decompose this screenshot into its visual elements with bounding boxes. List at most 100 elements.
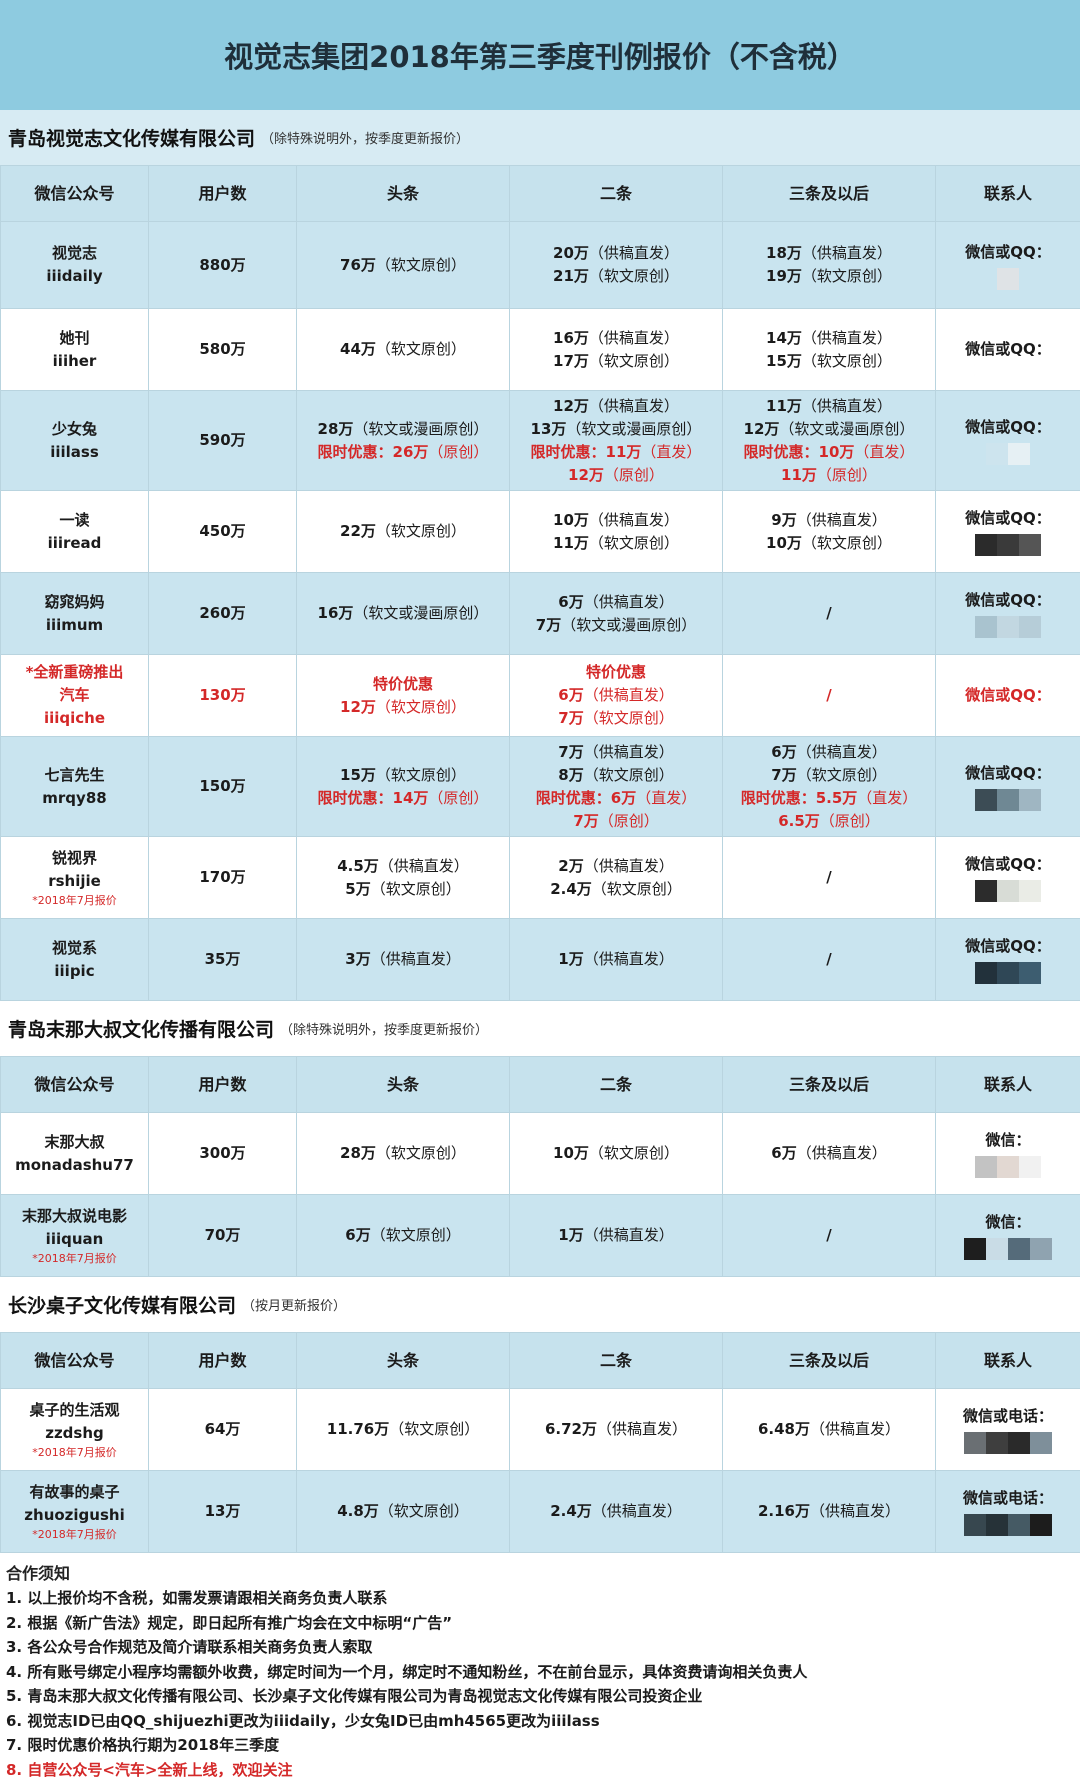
price-type: （直发） xyxy=(857,789,917,807)
price-type: （软文或漫画原创） xyxy=(353,420,488,438)
price-value: 7万 xyxy=(558,743,583,761)
account-cell: 末那大叔monadashu77 xyxy=(1,1113,149,1195)
account-cell: 锐视界rshijie*2018年7月报价 xyxy=(1,837,149,919)
column-header: 头条 xyxy=(297,166,510,222)
price-line: 14万（供稿直发） xyxy=(727,327,931,350)
price-cell: 6.72万（供稿直发） xyxy=(510,1389,723,1471)
redacted-block xyxy=(997,534,1019,556)
price-value: 7万 xyxy=(771,766,796,784)
price-line: 12万（软文原创） xyxy=(301,696,505,719)
redacted-block xyxy=(1030,1238,1052,1260)
notes-section: 合作须知 1. 以上报价均不含税，如需发票请跟相关商务负责人联系2. 根据《新广… xyxy=(0,1553,1080,1790)
price-value: 21万 xyxy=(553,267,589,285)
price-value: 19万 xyxy=(766,267,802,285)
price-value: 限时优惠：5.5万 xyxy=(741,789,858,807)
redacted-block xyxy=(1019,962,1041,984)
price-type: （供稿直发） xyxy=(589,397,679,415)
redacted-block xyxy=(986,1238,1008,1260)
contact-cell: 微信或QQ： xyxy=(936,491,1080,573)
account-name: iiilass xyxy=(5,441,144,464)
table-row: *全新重磅推出汽车iiiqiche130万特价优惠12万（软文原创）特价优惠6万… xyxy=(1,655,1080,737)
price-line: 4.8万（软文原创） xyxy=(301,1500,505,1523)
contact-cell: 微信或电话： xyxy=(936,1471,1080,1553)
price-line: 28万（软文原创） xyxy=(301,1142,505,1165)
account-cell: 末那大叔说电影iiiquan*2018年7月报价 xyxy=(1,1195,149,1277)
table-row: 视觉志iiidaily880万76万（软文原创）20万（供稿直发）21万（软文原… xyxy=(1,222,1080,309)
redacted-contact xyxy=(940,1514,1076,1536)
price-line: 12万（软文或漫画原创） xyxy=(727,418,931,441)
price-cell: 12万（供稿直发）13万（软文或漫画原创）限时优惠：11万（直发）12万（原创） xyxy=(510,391,723,491)
price-value: 22万 xyxy=(340,522,376,540)
price-cell: / xyxy=(723,655,936,737)
price-line: 6.48万（供稿直发） xyxy=(727,1418,931,1441)
price-line: 18万（供稿直发） xyxy=(727,242,931,265)
price-type: （软文原创） xyxy=(376,766,466,784)
account-name: iiimum xyxy=(5,614,144,637)
account-name: 窈窕妈妈 xyxy=(5,591,144,614)
price-value: 4.5万 xyxy=(337,857,379,875)
price-cell: 6万（软文原创） xyxy=(297,1195,510,1277)
column-header: 头条 xyxy=(297,1057,510,1113)
account-name: *全新重磅推出 xyxy=(5,661,144,684)
price-line: 6万（软文原创） xyxy=(301,1224,505,1247)
contact-cell: 微信： xyxy=(936,1195,1080,1277)
price-cell: 16万（软文或漫画原创） xyxy=(297,573,510,655)
price-line: 13万（软文或漫画原创） xyxy=(514,418,718,441)
notes-list: 1. 以上报价均不含税，如需发票请跟相关商务负责人联系2. 根据《新广告法》规定… xyxy=(6,1586,1074,1782)
price-table: 微信公众号用户数头条二条三条及以后联系人末那大叔monadashu77300万2… xyxy=(0,1056,1080,1277)
redacted-block xyxy=(975,1156,997,1178)
price-line: 20万（供稿直发） xyxy=(514,242,718,265)
price-value: 11万 xyxy=(553,534,589,552)
account-name: iiiquan xyxy=(5,1228,144,1251)
price-value: 18万 xyxy=(766,244,802,262)
price-value: / xyxy=(826,686,831,704)
price-cell: 2.4万（供稿直发） xyxy=(510,1471,723,1553)
price-value: 10万 xyxy=(553,511,589,529)
redacted-block xyxy=(1008,1238,1030,1260)
account-name: 末那大叔 xyxy=(5,1131,144,1154)
price-type: （软文原创） xyxy=(376,522,466,540)
header-row: 微信公众号用户数头条二条三条及以后联系人 xyxy=(1,166,1080,222)
table-row: 她刊iiiher580万44万（软文原创）16万（供稿直发）17万（软文原创）1… xyxy=(1,309,1080,391)
account-cell: 有故事的桌子zhuozigushi*2018年7月报价 xyxy=(1,1471,149,1553)
price-line: 10万（供稿直发） xyxy=(514,509,718,532)
account-name: iiiher xyxy=(5,350,144,373)
price-line: 10万（软文原创） xyxy=(514,1142,718,1165)
price-line: 15万（软文原创） xyxy=(727,350,931,373)
price-cell: 6.48万（供稿直发） xyxy=(723,1389,936,1471)
price-line: 7万（软文或漫画原创） xyxy=(514,614,718,637)
account-name: 末那大叔说电影 xyxy=(5,1205,144,1228)
redacted-contact xyxy=(940,1432,1076,1454)
price-cell: 7万（供稿直发）8万（软文原创）限时优惠：6万（直发）7万（原创） xyxy=(510,737,723,837)
note-item: 7. 限时优惠价格执行期为2018年三季度 xyxy=(6,1733,1074,1758)
table-row: 视觉系iiipic35万3万（供稿直发）1万（供稿直发）/微信或QQ： xyxy=(1,919,1080,1001)
table-row: 末那大叔说电影iiiquan*2018年7月报价70万6万（软文原创）1万（供稿… xyxy=(1,1195,1080,1277)
header-row: 微信公众号用户数头条二条三条及以后联系人 xyxy=(1,1333,1080,1389)
column-header: 微信公众号 xyxy=(1,1057,149,1113)
price-value: 4.8万 xyxy=(337,1502,379,1520)
note-item: 2. 根据《新广告法》规定，即日起所有推广均会在文中标明“广告” xyxy=(6,1611,1074,1636)
price-value: 2.4万 xyxy=(550,880,592,898)
price-type: （软文原创） xyxy=(589,1144,679,1162)
price-type: （软文原创） xyxy=(371,880,461,898)
price-type: （软文原创） xyxy=(802,267,892,285)
user-count: 590万 xyxy=(149,391,297,491)
price-cell: 4.5万（供稿直发）5万（软文原创） xyxy=(297,837,510,919)
price-type: （原创） xyxy=(820,812,880,830)
price-cell: / xyxy=(723,1195,936,1277)
price-value: 11.76万 xyxy=(327,1420,389,1438)
price-line: 7万（供稿直发） xyxy=(514,741,718,764)
column-header: 三条及以后 xyxy=(723,1333,936,1389)
redacted-block xyxy=(986,443,1008,465)
column-header: 用户数 xyxy=(149,166,297,222)
redacted-block xyxy=(1019,1156,1041,1178)
account-name: 她刊 xyxy=(5,327,144,350)
account-name: monadashu77 xyxy=(5,1154,144,1177)
account-name: iiiqiche xyxy=(5,707,144,730)
company-note: （除特殊说明外，按季度更新报价） xyxy=(280,1019,488,1038)
redacted-block xyxy=(1030,1432,1052,1454)
price-cell: 28万（软文或漫画原创）限时优惠：26万（原创） xyxy=(297,391,510,491)
price-type: （软文原创） xyxy=(584,766,674,784)
column-header: 联系人 xyxy=(936,1057,1080,1113)
price-value: 限时优惠：10万 xyxy=(744,443,855,461)
